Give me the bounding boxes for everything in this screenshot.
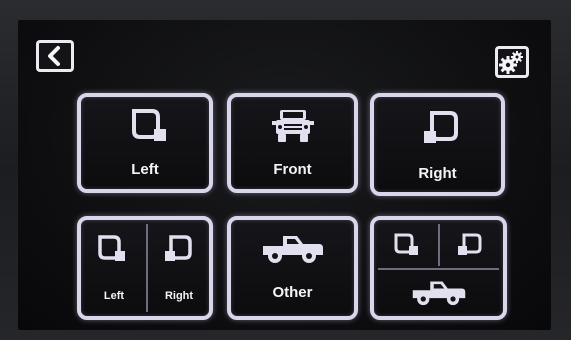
- left-split-label: Left: [103, 290, 125, 302]
- right-view-button[interactable]: Right: [370, 93, 505, 196]
- pickup-truck-icon: [412, 281, 466, 306]
- left-view-button[interactable]: Left: [77, 93, 213, 193]
- left-mirror-icon: [132, 109, 166, 141]
- gears-icon: [499, 51, 523, 74]
- other-view-label: Other: [272, 284, 313, 301]
- left-mirror-icon: [394, 233, 418, 255]
- front-view-button[interactable]: Front: [227, 93, 358, 193]
- left-mirror-icon: [98, 235, 125, 261]
- left-view-label: Left: [131, 161, 159, 178]
- truck-front-icon: [272, 110, 314, 142]
- front-view-label: Front: [273, 161, 312, 178]
- right-mirror-icon: [424, 111, 458, 143]
- other-view-button[interactable]: Other: [227, 216, 358, 320]
- quad-divider-vertical: [438, 224, 440, 266]
- right-mirror-icon: [165, 235, 192, 261]
- left-right-view-button[interactable]: Left Right: [77, 216, 213, 320]
- right-mirror-icon: [458, 233, 482, 255]
- right-view-label: Right: [418, 165, 457, 182]
- settings-button[interactable]: [495, 46, 529, 78]
- chevron-left-icon: [48, 46, 60, 66]
- right-split-label: Right: [164, 290, 194, 302]
- all-views-button[interactable]: [370, 216, 507, 320]
- quad-divider-horizontal: [378, 268, 499, 270]
- pickup-truck-icon: [263, 236, 323, 263]
- camera-view-screen: Left Front Right Left Right Other: [18, 20, 551, 330]
- back-button[interactable]: [36, 40, 74, 72]
